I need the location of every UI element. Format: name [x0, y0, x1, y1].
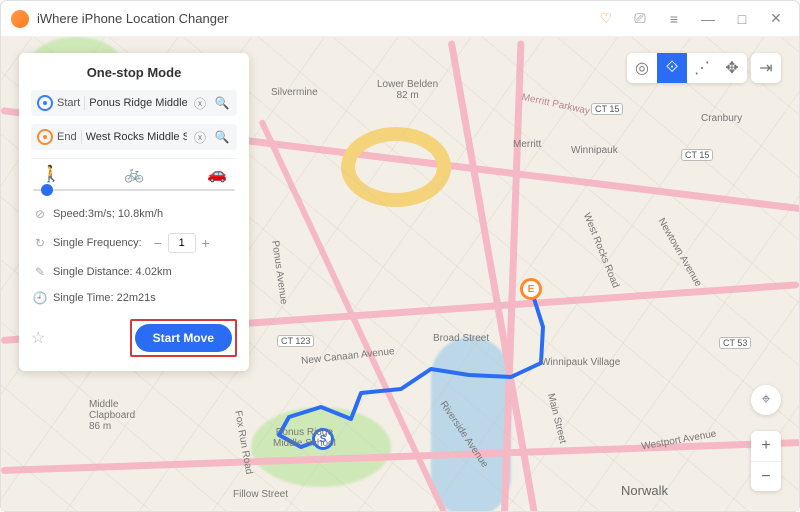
map-mode-toolbar: ◎ ⟐ ⋰ ✥ ⇥ — [627, 53, 781, 83]
freq-increase-button[interactable]: + — [196, 233, 216, 253]
speed-row: ⊘ Speed:3m/s; 10.8km/h — [31, 201, 237, 227]
zoom-controls: + − — [751, 431, 781, 491]
map-label: Ponus Ridge Middle School — [273, 427, 336, 449]
start-location-row: Start ⓧ 🔍 — [31, 90, 237, 116]
distance-row: ✎ Single Distance: 4.02km — [31, 259, 237, 285]
teleport-mode-icon[interactable]: ◎ — [627, 53, 657, 83]
exit-mode-icon[interactable]: ⇥ — [751, 53, 781, 83]
clear-end-icon[interactable]: ⓧ — [191, 128, 209, 146]
freq-input[interactable] — [168, 233, 196, 253]
speed-slider[interactable] — [33, 189, 235, 191]
route-shield: CT 123 — [277, 335, 314, 347]
travel-mode-row: 🚶 🚲 🚗 — [31, 158, 237, 185]
map-label: Merritt — [513, 139, 541, 150]
end-pin-icon — [37, 129, 53, 145]
end-location-row: End ⓧ 🔍 — [31, 124, 237, 150]
map-label: Broad Street — [433, 333, 489, 344]
map-label: Lower Belden82 m — [377, 79, 438, 101]
frequency-row: ↻ Single Frequency: − + — [31, 227, 237, 259]
minimize-button[interactable]: — — [695, 6, 721, 32]
end-input[interactable] — [86, 131, 187, 143]
map-label: Winnipauk — [571, 145, 618, 156]
favorite-route-icon[interactable]: ☆ — [31, 328, 45, 348]
distance-label: Single Distance: 4.02km — [53, 266, 172, 278]
favorite-icon[interactable]: ♡ — [593, 6, 619, 32]
app-logo-icon — [11, 10, 29, 28]
end-tag: End — [57, 131, 77, 143]
end-marker[interactable]: E — [520, 278, 542, 300]
app-title: iWhere iPhone Location Changer — [37, 11, 585, 26]
map-label: Silvermine — [271, 87, 318, 98]
speed-icon: ⊘ — [33, 207, 47, 221]
app-window: iWhere iPhone Location Changer ♡ ⎚ ≡ — □… — [0, 0, 800, 512]
route-panel: One-stop Mode Start ⓧ 🔍 End ⓧ 🔍 🚶 🚲 — [19, 53, 249, 371]
map-label: Cranbury — [701, 113, 742, 124]
route-shield: CT 53 — [719, 337, 751, 349]
speed-label: Speed:3m/s; 10.8km/h — [53, 208, 163, 220]
zoom-out-button[interactable]: − — [751, 461, 781, 491]
start-input[interactable] — [89, 97, 187, 109]
speed-slider-thumb[interactable] — [41, 184, 53, 196]
titlebar: iWhere iPhone Location Changer ♡ ⎚ ≡ — □… — [1, 1, 799, 37]
route-shield: CT 15 — [591, 103, 623, 115]
bike-mode-icon[interactable]: 🚲 — [120, 163, 148, 185]
start-tag: Start — [57, 97, 80, 109]
close-button[interactable]: ✕ — [763, 6, 789, 32]
map-label-city: Norwalk — [621, 483, 668, 498]
car-mode-icon[interactable]: 🚗 — [203, 163, 231, 185]
distance-icon: ✎ — [33, 265, 47, 279]
frequency-icon: ↻ — [33, 236, 47, 250]
content-area: S E Silvermine Lower Belden82 m Merritt … — [1, 37, 799, 511]
multi-stop-mode-icon[interactable]: ⋰ — [687, 53, 717, 83]
start-move-button[interactable]: Start Move — [135, 324, 232, 352]
clear-start-icon[interactable]: ⓧ — [191, 94, 209, 112]
time-row: 🕘 Single Time: 22m21s — [31, 285, 237, 311]
search-end-icon[interactable]: 🔍 — [213, 128, 231, 146]
map-label: Fillow Street — [233, 489, 288, 500]
joystick-mode-icon[interactable]: ✥ — [717, 53, 747, 83]
maximize-button[interactable]: □ — [729, 6, 755, 32]
frequency-label: Single Frequency: — [53, 237, 142, 249]
route-shield: CT 15 — [681, 149, 713, 161]
panel-title: One-stop Mode — [31, 65, 237, 80]
menu-icon[interactable]: ≡ — [661, 6, 687, 32]
feedback-icon[interactable]: ⎚ — [627, 6, 653, 32]
map-label: Winnipauk Village — [541, 357, 620, 368]
recenter-button[interactable]: ⌖ — [751, 385, 781, 415]
zoom-in-button[interactable]: + — [751, 431, 781, 461]
start-pin-icon — [37, 95, 53, 111]
map-label: Middle Clapboard 86 m — [89, 399, 135, 432]
one-stop-mode-icon[interactable]: ⟐ — [657, 53, 687, 83]
search-start-icon[interactable]: 🔍 — [213, 94, 231, 112]
start-move-highlight: Start Move — [130, 319, 237, 357]
walk-mode-icon[interactable]: 🚶 — [37, 163, 65, 185]
time-icon: 🕘 — [33, 291, 47, 305]
time-label: Single Time: 22m21s — [53, 292, 156, 304]
freq-decrease-button[interactable]: − — [148, 233, 168, 253]
